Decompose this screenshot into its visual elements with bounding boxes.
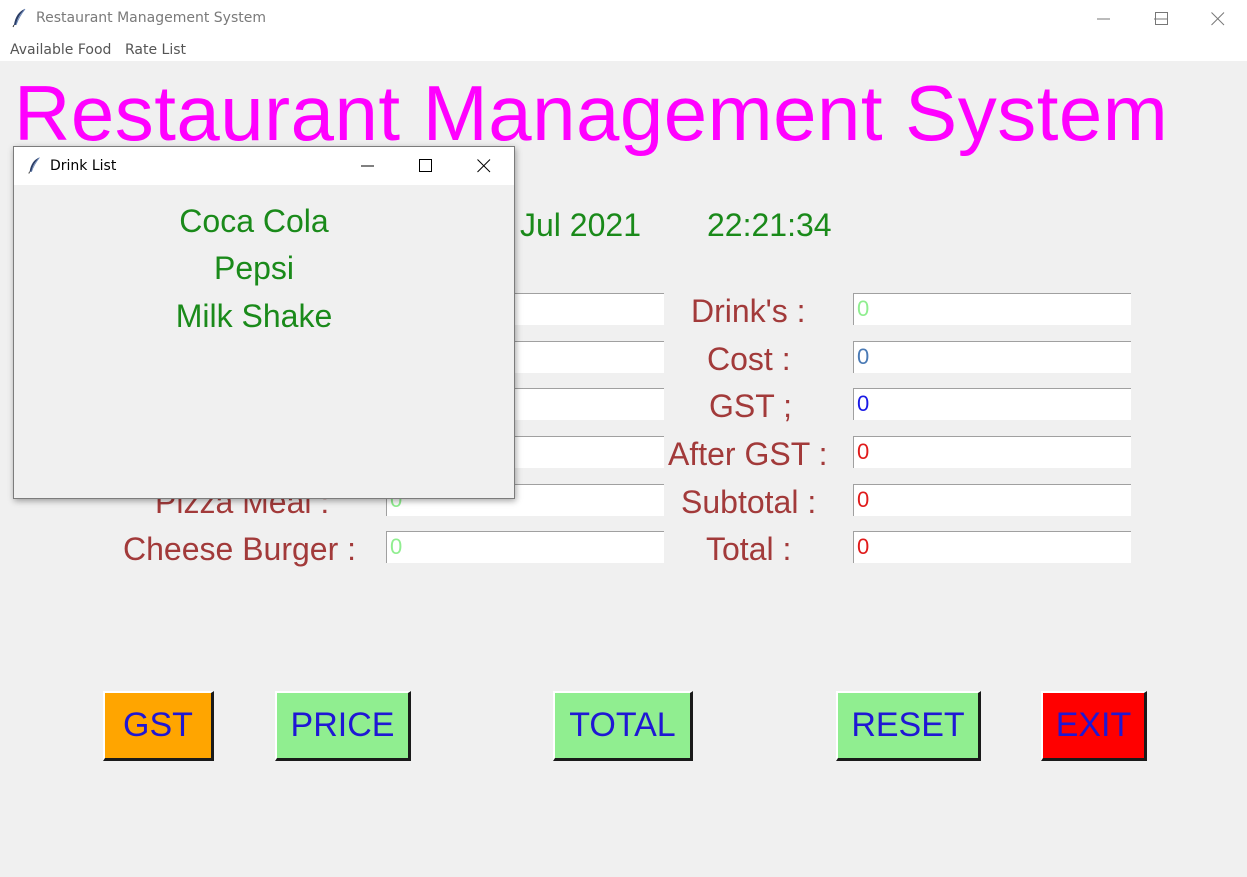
close-icon	[477, 159, 491, 173]
feather-icon	[27, 156, 43, 175]
cheese-burger-field[interactable]: 0	[386, 531, 664, 563]
drink-item-coca-cola: Coca Cola	[179, 203, 329, 239]
minimize-icon	[361, 165, 374, 167]
after-gst-label: After GST :	[668, 436, 828, 472]
drink-item-pepsi: Pepsi	[213, 250, 295, 286]
close-icon	[1211, 12, 1225, 26]
drink-list-window: Drink List Coca Cola Pepsi Milk Shake	[13, 146, 515, 499]
subtotal-field[interactable]: 0	[853, 484, 1131, 516]
drink-list-title: Drink List	[50, 158, 117, 174]
price-button[interactable]: PRICE	[275, 691, 411, 761]
window-title: Restaurant Management System	[36, 10, 266, 26]
cost-field[interactable]: 0	[853, 341, 1131, 373]
drink-item-milk-shake: Milk Shake	[175, 298, 333, 334]
gst-field[interactable]: 0	[853, 388, 1131, 420]
minimize-icon	[1097, 18, 1110, 20]
drink-list-titlebar: Drink List	[14, 147, 514, 185]
menu-rate-list[interactable]: Rate List	[125, 42, 186, 58]
minimize-button-area[interactable]	[1075, 0, 1133, 37]
maximize-icon	[419, 159, 432, 172]
reset-button[interactable]: RESET	[836, 691, 981, 761]
cheese-burger-label: Cheese Burger :	[123, 531, 357, 567]
time-label: 22:21:34	[707, 207, 832, 243]
feather-icon	[11, 8, 29, 28]
close-button[interactable]	[1189, 0, 1247, 37]
total-field[interactable]: 0	[853, 531, 1131, 563]
gst-label: GST ;	[709, 388, 792, 424]
menu-available-food[interactable]: Available Food	[10, 42, 111, 58]
exit-button[interactable]: EXIT	[1041, 691, 1147, 761]
drinks-field[interactable]: 0	[853, 293, 1131, 325]
date-label: Jul 2021	[520, 207, 641, 243]
maximize-icon	[1155, 12, 1168, 25]
maximize-button-area[interactable]	[1133, 0, 1191, 37]
menu-bar: Available Food Rate List	[0, 37, 1247, 61]
cost-label: Cost :	[707, 341, 791, 377]
drinks-label: Drink's :	[691, 293, 806, 329]
after-gst-field[interactable]: 0	[853, 436, 1131, 468]
total-button[interactable]: TOTAL	[553, 691, 693, 761]
total-label: Total :	[706, 531, 792, 567]
popup-maximize-button[interactable]	[397, 147, 455, 185]
gst-button[interactable]: GST	[103, 691, 214, 761]
popup-close-button[interactable]	[455, 147, 513, 185]
window-titlebar: Restaurant Management System	[0, 0, 1247, 37]
popup-minimize-button[interactable]	[339, 147, 397, 185]
subtotal-label: Subtotal :	[681, 484, 817, 520]
